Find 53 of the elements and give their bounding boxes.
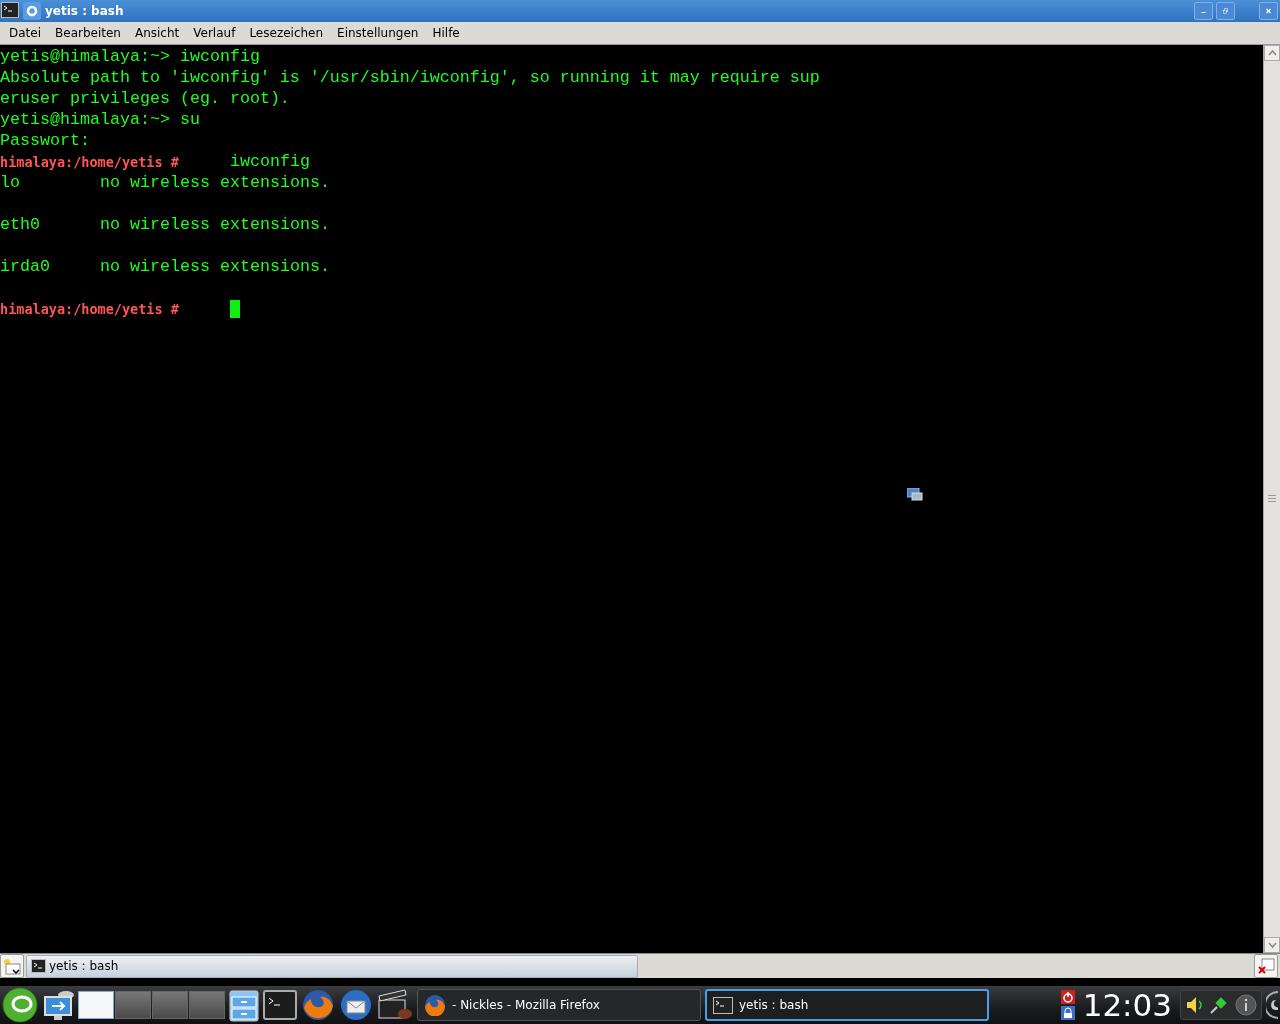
clapperboard-icon[interactable] [377,988,413,1022]
menu-item[interactable]: Lesezeichen [242,26,331,40]
window-icon [907,488,923,501]
menu-item[interactable]: Hilfe [425,26,467,40]
command-line: yetis@himalaya:~> su [0,109,200,130]
fox-globe-icon [424,994,446,1016]
taskbar-task-button[interactable]: yetis : bash [705,989,989,1021]
fox-globe-icon[interactable] [301,988,335,1022]
interface-name: lo [0,172,21,193]
window-title: yetis : bash [45,4,125,18]
close-icon [1266,6,1271,16]
menu-item[interactable]: Ansicht [127,26,187,40]
maximize-icon [1223,6,1228,16]
close-button[interactable] [1259,2,1278,20]
new-tab-button[interactable] [0,954,24,978]
menu-item[interactable]: Verlauf [186,26,243,40]
arrow-up-icon [1267,49,1277,57]
menu-item[interactable]: Einstellungen [330,26,426,40]
terminal-icon [31,959,46,973]
scroll-down-button[interactable] [1264,937,1280,953]
arrow-down-icon [1267,941,1277,949]
command-line: yetis@himalaya:~> iwconfig [0,46,260,67]
output-text: no wireless extensions. [100,172,330,193]
interface-name: irda0 [0,256,51,277]
output-text: eruser privileges (eg. root). [0,88,290,109]
plug-icon[interactable] [1209,995,1229,1015]
scroll-up-button[interactable] [1264,45,1280,61]
root-prompt: himalaya:/home/yetis # [0,300,180,317]
output-text: Passwort: [0,130,90,151]
power-icon[interactable] [1060,990,1075,1004]
terminal-icon[interactable] [263,989,297,1021]
terminal-icon [713,996,733,1014]
close-tab-button[interactable] [1254,954,1278,978]
interface-name: eth0 [0,214,41,235]
file-cabinet-icon[interactable] [229,988,259,1022]
terminal-icon[interactable] [1,2,19,18]
clock[interactable]: 12:03 [1082,987,1172,1023]
info-icon[interactable] [1235,994,1257,1016]
terminal-tab[interactable]: yetis : bash [26,954,638,978]
lock-icon[interactable] [1060,1006,1075,1020]
root-prompt: himalaya:/home/yetis # [0,153,180,170]
output-text: no wireless extensions. [100,214,330,235]
usb-monitor-icon[interactable] [42,989,74,1021]
moon-icon[interactable] [1266,990,1278,1020]
taskbar-task-button[interactable]: - Nickles - Mozilla Firefox [417,989,701,1021]
close-tab-icon [1257,958,1275,974]
new-tab-icon [3,957,21,975]
output-text: no wireless extensions. [100,256,330,277]
menu-item[interactable]: Bearbeiten [48,26,128,40]
menu-item[interactable]: Datei [2,26,48,40]
speaker-icon[interactable] [1185,995,1203,1015]
command-text: iwconfig [230,151,310,172]
output-text: Absolute path to 'iwconfig' is '/usr/sbin/iwconfig', so running it may require sup [0,67,820,88]
